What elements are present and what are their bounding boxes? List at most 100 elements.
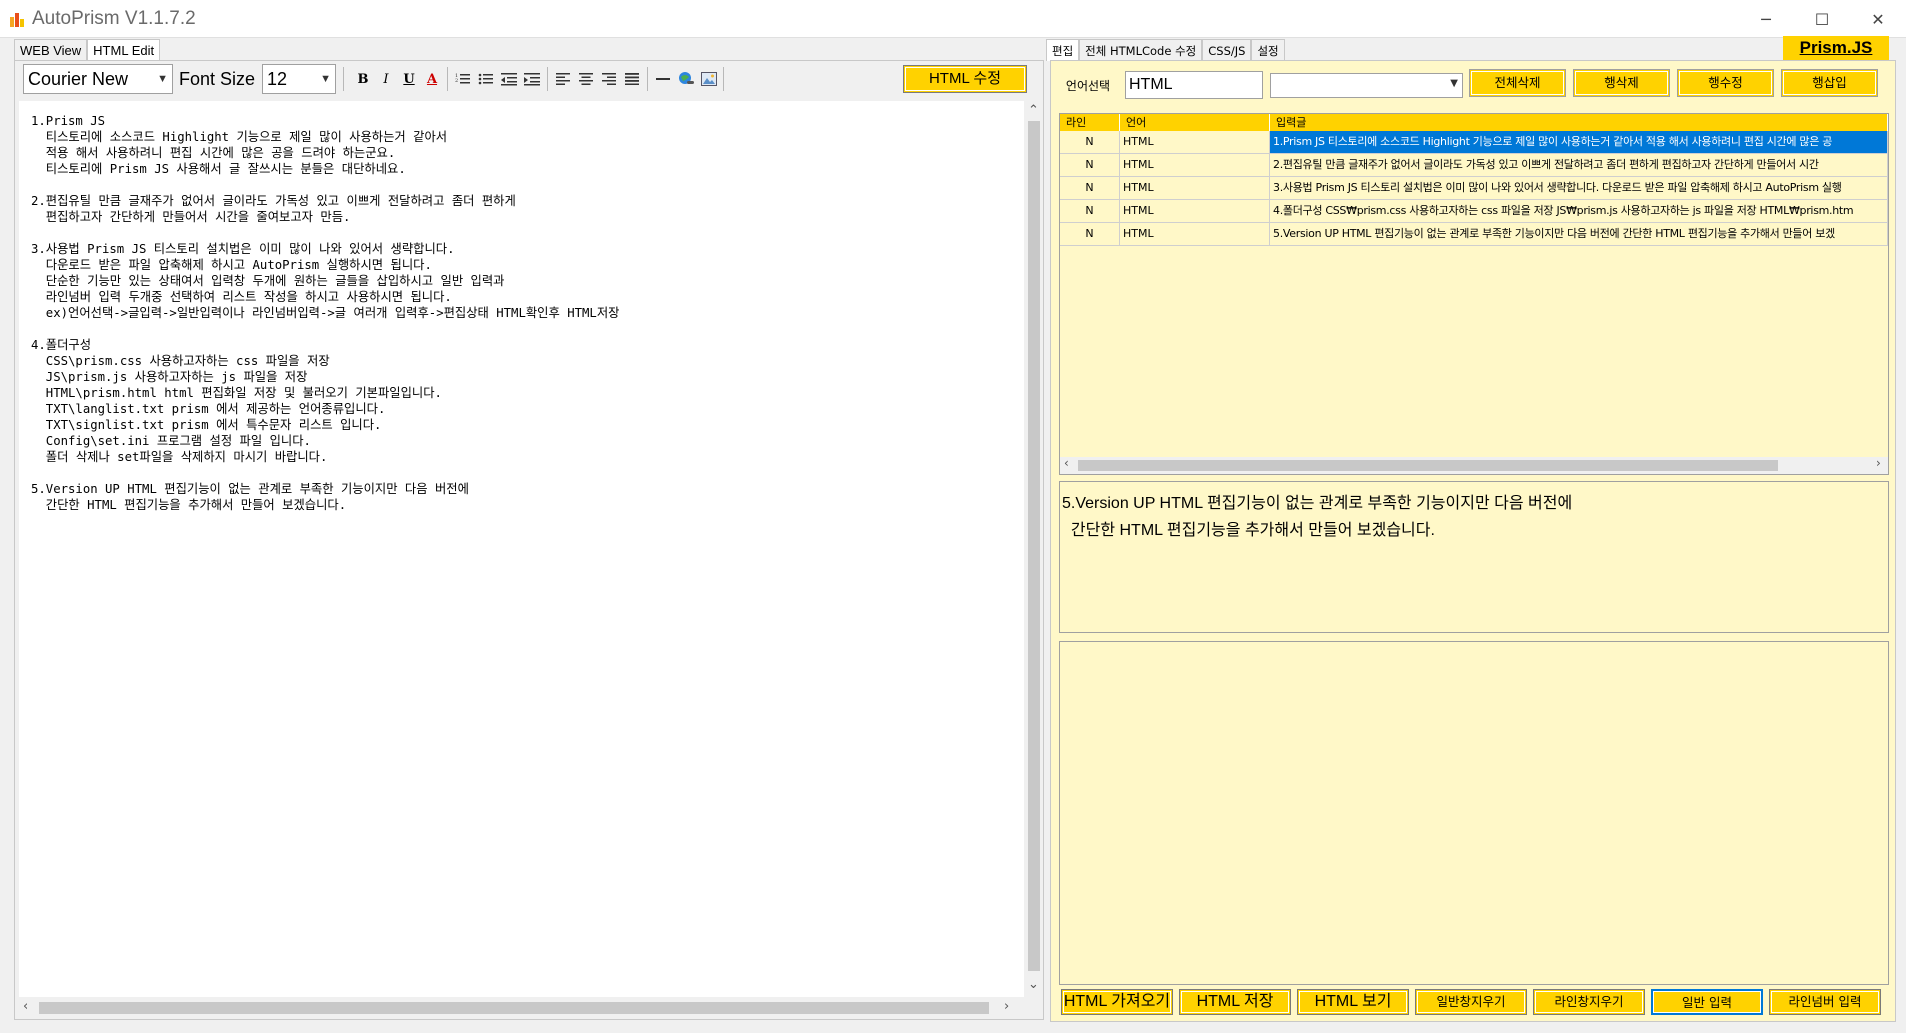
maximize-button[interactable]: ☐ <box>1794 0 1850 38</box>
editor-line: 폴더 삭제나 set파일을 삭제하지 마시기 바랍니다. <box>31 450 328 464</box>
editor-line: 티스토리에 Prism JS 사용해서 글 잘쓰시는 분들은 대단하네요. <box>31 162 406 176</box>
minimize-button[interactable]: ─ <box>1738 0 1794 38</box>
line-number-input-button[interactable]: 라인넘버 입력 <box>1769 989 1881 1015</box>
align-left-icon[interactable] <box>553 69 573 89</box>
editor-line: 다운로드 받은 파일 압축해제 하시고 AutoPrism 실행하시면 됩니다. <box>31 258 432 272</box>
tab-web-view[interactable]: WEB View <box>14 39 88 61</box>
html-edit-panel: Courier New ▼ Font Size 12 ▼ B I U A 12 <box>14 60 1044 1020</box>
edit-row-button[interactable]: 행수정 <box>1677 69 1774 97</box>
unordered-list-icon[interactable] <box>476 69 496 89</box>
grid-header-text: 입력글 <box>1270 114 1888 131</box>
clear-normal-button[interactable]: 일반창지우기 <box>1415 989 1527 1015</box>
lang-dropdown[interactable]: ▼ <box>1270 73 1463 98</box>
editor-line: 4.폴더구성 <box>31 338 92 352</box>
align-right-icon[interactable] <box>599 69 619 89</box>
editor-line: ex)언어선택->글입력->일반입력이나 라인넘버입력->글 여러개 입력후->… <box>31 306 620 320</box>
table-row[interactable]: N HTML 4.폴더구성 CSS₩prism.css 사용하고자하는 css 파일… <box>1060 200 1888 223</box>
font-size-value: 12 <box>267 69 288 89</box>
html-view-button[interactable]: HTML 보기 <box>1297 989 1409 1015</box>
editor-line: TXT\langlist.txt prism 에서 제공하는 언어종류입니다. <box>31 402 386 416</box>
grid-cell-line[interactable]: N <box>1060 200 1120 223</box>
chevron-right-icon[interactable]: › <box>1876 456 1881 470</box>
align-justify-icon[interactable] <box>622 69 642 89</box>
table-row[interactable]: N HTML 2.편집유틸 만큼 글재주가 없어서 글이라도 가독성 있고 이쁘게 … <box>1060 154 1888 177</box>
table-row[interactable]: N HTML 1.Prism JS 티스토리에 소스코드 Highlight 기능으… <box>1060 131 1888 154</box>
grid-cell-line[interactable]: N <box>1060 177 1120 200</box>
editor-horizontal-scrollbar[interactable]: ‹ › <box>19 999 1024 1017</box>
grid-cell-lang[interactable]: HTML <box>1120 131 1270 154</box>
html-import-button[interactable]: HTML 가져오기 <box>1061 989 1173 1015</box>
grid-cell-text[interactable]: 4.폴더구성 CSS₩prism.css 사용하고자하는 css 파일을 저장 … <box>1270 200 1888 223</box>
svg-text:2: 2 <box>455 78 458 84</box>
grid-cell-text[interactable]: 1.Prism JS 티스토리에 소스코드 Highlight 기능으로 제일 … <box>1270 131 1888 154</box>
grid-horizontal-scrollbar[interactable]: ‹ › <box>1060 456 1888 474</box>
font-name-combo[interactable]: Courier New ▼ <box>23 64 173 94</box>
tab-html-edit[interactable]: HTML Edit <box>87 39 161 61</box>
tab-edit[interactable]: 편집 <box>1046 39 1080 61</box>
insert-image-icon[interactable] <box>699 69 719 89</box>
scroll-thumb[interactable] <box>39 1002 989 1014</box>
chevron-right-icon[interactable]: › <box>1004 999 1009 1014</box>
editor-line: Config\set.ini 프로그램 설정 파일 입니다. <box>31 434 311 448</box>
editor-line: JS\prism.js 사용하고자하는 js 파일을 저장 <box>31 370 308 384</box>
preview-textarea[interactable]: 5.Version UP HTML 편집기능이 없는 관계로 부족한 기능이지만… <box>1059 481 1889 633</box>
chevron-down-icon: ▼ <box>320 73 331 85</box>
underline-button[interactable]: U <box>399 69 419 89</box>
table-row[interactable]: N HTML 3.사용법 Prism JS 티스토리 설치법은 이미 많이 나와 있… <box>1060 177 1888 200</box>
grid-cell-lang[interactable]: HTML <box>1120 223 1270 246</box>
font-size-combo[interactable]: 12 ▼ <box>262 64 336 94</box>
grid-cell-text[interactable]: 5.Version UP HTML 편집기능이 없는 관계로 부족한 기능이지만… <box>1270 223 1888 246</box>
chevron-left-icon[interactable]: ‹ <box>1064 456 1069 470</box>
grid-cell-line[interactable]: N <box>1060 223 1120 246</box>
right-tab-strip: 편집 전체 HTMLCode 수정 CSS/JS 설정 <box>1046 39 1285 61</box>
html-edit-button[interactable]: HTML 수정 <box>903 65 1027 93</box>
horizontal-rule-icon[interactable] <box>653 69 673 89</box>
editor-paragraph: 5.Version UP HTML 편집기능이 없는 관계로 부족한 기능이지만… <box>31 481 1012 513</box>
tab-settings[interactable]: 설정 <box>1251 39 1285 61</box>
editor-paragraph: 1.Prism JS 티스토리에 소스코드 Highlight 기능으로 제일 … <box>31 113 1012 177</box>
chevron-left-icon[interactable]: ‹ <box>23 999 28 1014</box>
left-tab-strip: WEB View HTML Edit <box>14 39 161 61</box>
grid-cell-lang[interactable]: HTML <box>1120 177 1270 200</box>
align-center-icon[interactable] <box>576 69 596 89</box>
title-bar: AutoPrism V1.1.7.2 ─ ☐ ✕ <box>0 0 1906 38</box>
html-save-button[interactable]: HTML 저장 <box>1179 989 1291 1015</box>
bold-button[interactable]: B <box>353 69 373 89</box>
html-editor-textarea[interactable]: 1.Prism JS 티스토리에 소스코드 Highlight 기능으로 제일 … <box>19 101 1024 997</box>
scroll-thumb[interactable] <box>1028 121 1040 971</box>
grid-cell-text[interactable]: 2.편집유틸 만큼 글재주가 없어서 글이라도 가독성 있고 이쁘게 전달하려고… <box>1270 154 1888 177</box>
editor-line: 단순한 기능만 있는 상태여서 입력창 두개에 원하는 글들을 삽입하시고 일반… <box>31 274 505 288</box>
editor-vertical-scrollbar[interactable]: ⌃ ⌄ <box>1025 101 1043 997</box>
insert-row-button[interactable]: 행삽입 <box>1781 69 1878 97</box>
table-row[interactable]: N HTML 5.Version UP HTML 편집기능이 없는 관계로 부족한 … <box>1060 223 1888 246</box>
chevron-down-icon[interactable]: ⌄ <box>1028 977 1039 992</box>
grid-cell-lang[interactable]: HTML <box>1120 154 1270 177</box>
tab-css-js[interactable]: CSS/JS <box>1202 39 1252 61</box>
delete-all-button[interactable]: 전체삭제 <box>1469 69 1566 97</box>
editor-line: 라인넘버 입력 두개중 선택하여 리스트 작성을 하시고 사용하시면 됩니다. <box>31 290 452 304</box>
normal-input-button[interactable]: 일반 입력 <box>1651 989 1763 1015</box>
close-button[interactable]: ✕ <box>1850 0 1906 38</box>
italic-button[interactable]: I <box>376 69 396 89</box>
lang-input[interactable]: HTML <box>1125 71 1263 99</box>
input-textarea[interactable] <box>1059 641 1889 985</box>
grid-cell-lang[interactable]: HTML <box>1120 200 1270 223</box>
grid-cell-text[interactable]: 3.사용법 Prism JS 티스토리 설치법은 이미 많이 나와 있어서 생략… <box>1270 177 1888 200</box>
outdent-icon[interactable] <box>499 69 519 89</box>
tab-full-html-code[interactable]: 전체 HTMLCode 수정 <box>1079 39 1203 61</box>
grid-cell-line[interactable]: N <box>1060 154 1120 177</box>
indent-icon[interactable] <box>522 69 542 89</box>
grid-header: 라인 언어 입력글 <box>1060 114 1888 131</box>
chevron-up-icon[interactable]: ⌃ <box>1028 103 1039 118</box>
edit-panel: 언어선택 HTML ▼ 전체삭제 행삭제 행수정 행삽입 라인 언어 입력글 N… <box>1050 60 1896 1022</box>
editor-line: 편집하고자 간단하게 만들어서 시간을 줄여보고자 만듬. <box>31 210 351 224</box>
brand-label[interactable]: Prism.JS <box>1783 36 1889 60</box>
entry-grid[interactable]: 라인 언어 입력글 N HTML 1.Prism JS 티스토리에 소스코드 Hig… <box>1059 113 1889 475</box>
grid-cell-line[interactable]: N <box>1060 131 1120 154</box>
delete-row-button[interactable]: 행삭제 <box>1573 69 1670 97</box>
scroll-thumb[interactable] <box>1078 460 1778 471</box>
font-color-button[interactable]: A <box>422 69 442 89</box>
clear-line-button[interactable]: 라인창지우기 <box>1533 989 1645 1015</box>
insert-link-icon[interactable] <box>676 69 696 89</box>
ordered-list-icon[interactable]: 12 <box>453 69 473 89</box>
